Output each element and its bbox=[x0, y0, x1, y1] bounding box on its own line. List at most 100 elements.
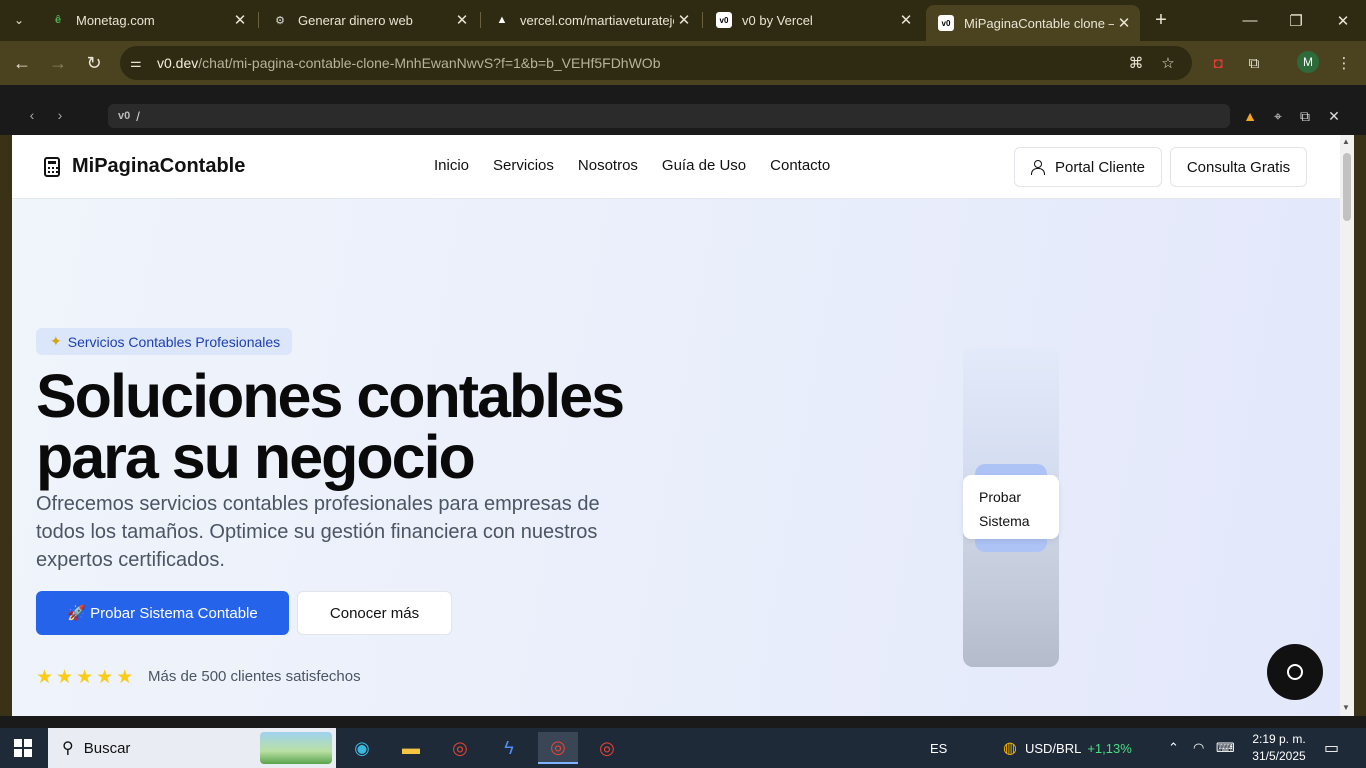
star-icon: ★ bbox=[96, 667, 114, 688]
scrollbar-thumb[interactable] bbox=[1343, 153, 1351, 221]
reload-button[interactable]: ↻ bbox=[80, 49, 108, 77]
v0-icon: v0 bbox=[938, 15, 954, 31]
probar-sistema-card[interactable]: Probar Sistema bbox=[963, 475, 1059, 539]
system-clock[interactable]: 2:19 p. m. 31/5/2025 bbox=[1248, 731, 1310, 765]
tab-title: vercel.com/martiaveturateje bbox=[520, 12, 674, 28]
windows-start-icon[interactable] bbox=[14, 739, 32, 757]
chat-bubble-icon bbox=[1287, 664, 1303, 680]
profile-avatar[interactable]: M bbox=[1297, 51, 1319, 73]
close-icon[interactable]: ✕ bbox=[452, 11, 472, 29]
new-tab-button[interactable]: + bbox=[1149, 8, 1173, 32]
scroll-down-icon[interactable]: ▼ bbox=[1342, 703, 1350, 712]
button-label: Portal Cliente bbox=[1054, 158, 1146, 176]
star-icon: ★ bbox=[56, 667, 74, 688]
translate-icon[interactable]: ⌘ bbox=[1122, 46, 1150, 80]
back-button[interactable]: ← bbox=[8, 49, 36, 77]
taskbar-search[interactable]: ⚲ Buscar bbox=[48, 728, 336, 768]
restore-button[interactable]: ❐ bbox=[1273, 0, 1319, 41]
tab-v0-by-vercel[interactable]: v0 v0 by Vercel ✕ bbox=[704, 5, 922, 35]
minimize-button[interactable]: — bbox=[1227, 0, 1273, 41]
chrome-other-profile-icon[interactable]: ◎ bbox=[587, 732, 627, 764]
preview-viewport: MiPaginaContable Inicio Servicios Nosotr… bbox=[12, 135, 1340, 716]
site-logo[interactable]: MiPaginaContable bbox=[44, 155, 245, 178]
portal-cliente-button[interactable]: Portal Cliente bbox=[1014, 147, 1162, 187]
hero-lead: Ofrecemos servicios contables profesiona… bbox=[36, 493, 600, 571]
address-bar[interactable]: ⚌ v0.dev/chat/mi-pagina-contable-clone-M… bbox=[120, 46, 1192, 80]
close-preview-icon[interactable]: ✕ bbox=[1323, 105, 1345, 127]
hero-headline: Soluciones contables para su negocio bbox=[36, 366, 656, 488]
nav-guia-de-uso[interactable]: Guía de Uso bbox=[662, 157, 746, 174]
warning-icon[interactable]: ▲ bbox=[1239, 105, 1261, 127]
url-text: v0.dev/chat/mi-pagina-contable-clone-Mnh… bbox=[157, 55, 661, 71]
extensions-puzzle-icon[interactable]: ⧉ bbox=[1242, 51, 1266, 75]
select-element-icon[interactable]: ⌖ bbox=[1267, 105, 1289, 127]
hero-section: ✦ Servicios Contables Profesionales Solu… bbox=[12, 199, 1340, 716]
consulta-gratis-button[interactable]: Consulta Gratis bbox=[1170, 147, 1307, 187]
tab-search-chevron-icon[interactable]: ⌄ bbox=[6, 7, 32, 33]
tab-title: MiPaginaContable clone – v0 bbox=[964, 15, 1114, 31]
services-badge: ✦ Servicios Contables Profesionales bbox=[36, 328, 293, 355]
headline-line: para su negocio bbox=[36, 423, 476, 491]
tab-separator bbox=[258, 12, 259, 28]
site-settings-icon[interactable]: ⚌ bbox=[130, 55, 150, 71]
file-explorer-icon[interactable]: ▬ bbox=[391, 732, 431, 764]
tab-title: Generar dinero web bbox=[298, 12, 413, 28]
bookmark-star-icon[interactable]: ☆ bbox=[1154, 46, 1182, 80]
close-icon[interactable]: ✕ bbox=[896, 11, 916, 29]
tab-mipaginacontable[interactable]: v0 MiPaginaContable clone – v0 ✕ bbox=[926, 5, 1140, 41]
notifications-icon[interactable]: ▭ bbox=[1324, 728, 1339, 768]
close-icon[interactable]: ✕ bbox=[230, 11, 250, 29]
tab-monetag[interactable]: ê Monetag.com ✕ bbox=[38, 5, 256, 35]
chrome-profile-icon[interactable]: ◎ bbox=[538, 732, 578, 764]
close-icon[interactable]: ✕ bbox=[1114, 14, 1134, 32]
preview-url-field[interactable]: v0 / bbox=[108, 104, 1230, 128]
star-icon: ★ bbox=[76, 667, 94, 688]
sparkles-icon: ✦ bbox=[50, 333, 62, 349]
chevron-up-icon[interactable]: ⌃ bbox=[1168, 728, 1179, 768]
nav-contacto[interactable]: Contacto bbox=[770, 157, 830, 174]
close-icon[interactable]: ✕ bbox=[674, 11, 694, 29]
chrome-icon[interactable]: ◎ bbox=[440, 732, 480, 764]
page-scrollbar[interactable]: ▲ ▼ bbox=[1340, 135, 1354, 716]
close-window-button[interactable]: ✕ bbox=[1320, 0, 1366, 41]
frame-bottom bbox=[0, 716, 1366, 728]
tab-vercel[interactable]: ▲ vercel.com/martiaveturateje ✕ bbox=[482, 5, 700, 35]
tab-generar-dinero[interactable]: ⚙ Generar dinero web ✕ bbox=[260, 5, 478, 35]
windows-taskbar: ⚲ Buscar ◉ ▬ ◎ ϟ ◎ ◎ ES ◍ USD/BRL +1,13%… bbox=[0, 728, 1366, 768]
tab-title: Monetag.com bbox=[76, 12, 155, 28]
card-line: Probar bbox=[979, 489, 1022, 505]
lightning-app-icon[interactable]: ϟ bbox=[489, 732, 529, 764]
star-icon: ★ bbox=[116, 667, 134, 688]
search-placeholder: Buscar bbox=[83, 739, 131, 757]
nav-inicio[interactable]: Inicio bbox=[434, 157, 469, 174]
chat-button[interactable] bbox=[1267, 644, 1323, 700]
nav-servicios[interactable]: Servicios bbox=[493, 157, 554, 174]
logo-text: MiPaginaContable bbox=[72, 155, 246, 177]
openai-icon: ⚙ bbox=[275, 14, 285, 27]
headline-line: Soluciones contables bbox=[36, 362, 625, 430]
tab-separator bbox=[480, 12, 481, 28]
ticker-name: USD/BRL bbox=[1024, 740, 1082, 756]
language-indicator[interactable]: ES bbox=[930, 728, 947, 768]
calculator-icon bbox=[44, 156, 60, 177]
edge-icon[interactable]: ◉ bbox=[342, 732, 382, 764]
currency-widget[interactable]: ◍ USD/BRL +1,13% bbox=[1003, 728, 1132, 768]
user-icon bbox=[1030, 160, 1045, 175]
conocer-mas-button[interactable]: Conocer más bbox=[297, 591, 452, 635]
clock-date: 31/5/2025 bbox=[1252, 749, 1306, 763]
preview-forward-icon[interactable]: › bbox=[50, 107, 70, 123]
preview-back-icon[interactable]: ‹ bbox=[22, 107, 42, 123]
open-new-window-icon[interactable]: ⧉ bbox=[1294, 105, 1316, 127]
main-nav: Inicio Servicios Nosotros Guía de Uso Co… bbox=[434, 157, 830, 174]
forward-button[interactable]: → bbox=[44, 49, 72, 77]
card-line: Sistema bbox=[979, 513, 1030, 529]
probar-sistema-button[interactable]: 🚀 Probar Sistema Contable bbox=[36, 591, 289, 635]
scroll-up-icon[interactable]: ▲ bbox=[1342, 137, 1350, 146]
nav-nosotros[interactable]: Nosotros bbox=[578, 157, 638, 174]
network-icon[interactable]: ◠ bbox=[1193, 728, 1204, 768]
site-header: MiPaginaContable Inicio Servicios Nosotr… bbox=[12, 135, 1340, 199]
extension-mcafee-icon[interactable]: ◘ bbox=[1206, 51, 1230, 75]
menu-kebab-icon[interactable]: ⋮ bbox=[1332, 51, 1356, 75]
keyboard-icon[interactable]: ⌨ bbox=[1216, 728, 1235, 768]
v0-icon: v0 bbox=[118, 110, 131, 122]
